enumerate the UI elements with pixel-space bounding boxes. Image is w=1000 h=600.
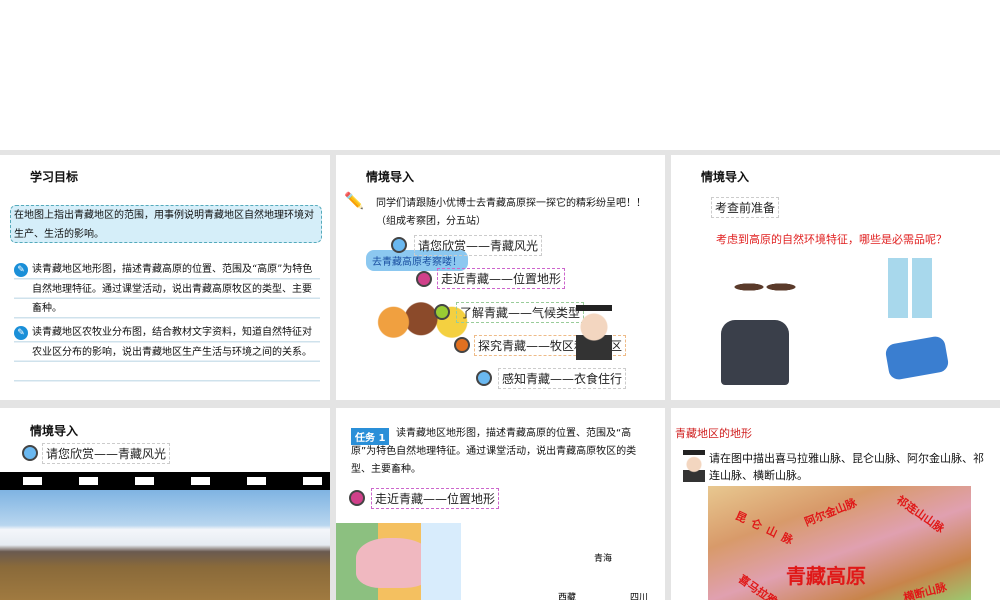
instruction-text: 请在图中描出喜马拉雅山脉、昆仑山脉、阿尔金山脉、祁连山脉、横断山脉。 — [709, 452, 984, 482]
slide-thumbnail-1[interactable]: 学习目标 在地图上指出青藏地区的范围，用事例说明青藏地区自然地理环境对生产、生活… — [0, 155, 330, 400]
map-label: 昆仑山脉 — [733, 509, 801, 550]
stop-label-3: 了解青藏——气候类型 — [456, 302, 585, 323]
doctor-icon — [683, 450, 705, 482]
map-label: 青藏高原 — [786, 564, 866, 588]
map-label: 四川 — [630, 593, 649, 600]
slide-title: 情境导入 — [366, 170, 415, 184]
objective-text: 读青藏地区农牧业分布图，结合教材文字资料，知道自然特征对农业区分布的影响，说出青… — [32, 327, 312, 358]
slide-title: 情境导入 — [701, 170, 750, 184]
stop-dot — [391, 237, 407, 253]
goal-box: 在地图上指出青藏地区的范围，用事例说明青藏地区自然地理环境对生产、生活的影响。 — [10, 205, 322, 243]
stop-dot — [22, 445, 38, 461]
pencil-icon: ✎ — [14, 326, 28, 340]
slide-title: 学习目标 — [30, 170, 79, 184]
doctor-character — [576, 305, 612, 360]
map-label: 阿尔金山脉 — [802, 496, 859, 529]
slide-sorter-grid: 学习目标 在地图上指出青藏地区的范围，用事例说明青藏地区自然地理环境对生产、生活… — [0, 150, 1000, 600]
pencil-kid-icon: ✏️ — [344, 191, 364, 210]
slide-thumbnail-5[interactable]: 任务 1 读青藏地区地形图，描述青藏高原的位置、范围及“高原”为特色自然地理特征… — [336, 408, 665, 600]
slide-thumbnail-4[interactable]: 情境导入 请您欣赏——青藏风光 — [0, 408, 330, 600]
snow-mountain-photo — [0, 490, 330, 600]
stop-dot — [476, 370, 492, 386]
objective-item: ✎ 读青藏地区地形图，描述青藏高原的位置、范围及“高原”为特色自然地理特征。通过课… — [14, 260, 320, 320]
slide-thumbnail-6[interactable]: 青藏地区的地形 请在图中描出喜马拉雅山脉、昆仑山脉、阿尔金山脉、祁连山脉、横断山… — [671, 408, 1000, 600]
objective-item: ✎ 读青藏地区农牧业分布图，结合教材文字资料，知道自然特征对农业区分布的影响，说出… — [14, 323, 320, 383]
blank-top-area — [0, 0, 1000, 150]
down-jacket-image — [721, 320, 789, 385]
slide-title: 青藏地区的地形 — [675, 427, 752, 440]
prep-label: 考查前准备 — [711, 197, 780, 218]
stop-label: 走近青藏——位置地形 — [371, 488, 500, 509]
terrain-map: 阿尔金山脉 祁连山山脉 昆仑山脉 青藏高原 喜马拉雅 横断山脉 — [708, 486, 971, 600]
slide-title: 情境导入 — [30, 424, 79, 438]
oxygen-bag-image — [884, 335, 950, 381]
intro-text: 同学们请跟随小优博士去青藏高原探一探它的精彩纷呈吧！！（组成考察团，分五站） — [376, 198, 646, 227]
stop-dot — [349, 490, 365, 506]
slide-thumbnail-3[interactable]: 情境导入 考查前准备 考虑到高原的自然环境特征，哪些是必需品呢？ — [671, 155, 1000, 400]
sunglasses-image — [733, 275, 797, 299]
stop-dot — [454, 337, 470, 353]
sunscreen-image — [888, 258, 932, 318]
stop-label: 请您欣赏——青藏风光 — [42, 443, 171, 464]
objective-text: 读青藏地区地形图，描述青藏高原的位置、范围及“高原”为特色自然地理特征。通过课堂… — [32, 264, 313, 314]
map-label: 喜马拉雅 — [735, 572, 780, 600]
stop-dot — [434, 304, 450, 320]
question-text: 考虑到高原的自然环境特征，哪些是必需品呢？ — [716, 233, 947, 246]
map-label: 横断山脉 — [902, 580, 949, 600]
stop-label-1: 请您欣赏——青藏风光 — [414, 235, 543, 256]
pencil-icon: ✎ — [14, 263, 28, 277]
map-label: 西藏 — [558, 593, 577, 600]
slide-thumbnail-2[interactable]: 情境导入 ✏️ 同学们请跟随小优博士去青藏高原探一探它的精彩纷呈吧！！（组成考察… — [336, 155, 665, 400]
stop-label-2: 走近青藏——位置地形 — [437, 268, 566, 289]
map-label: 祁连山山脉 — [893, 493, 947, 536]
film-strip — [0, 472, 330, 490]
task-text: 读青藏地区地形图，描述青藏高原的位置、范围及“高原”为特色自然地理特征。通过课堂… — [351, 428, 637, 475]
stop-dot — [416, 271, 432, 287]
map-label: 青海 — [594, 554, 613, 564]
stop-label-5: 感知青藏——衣食住行 — [498, 368, 627, 389]
china-map — [336, 523, 461, 600]
